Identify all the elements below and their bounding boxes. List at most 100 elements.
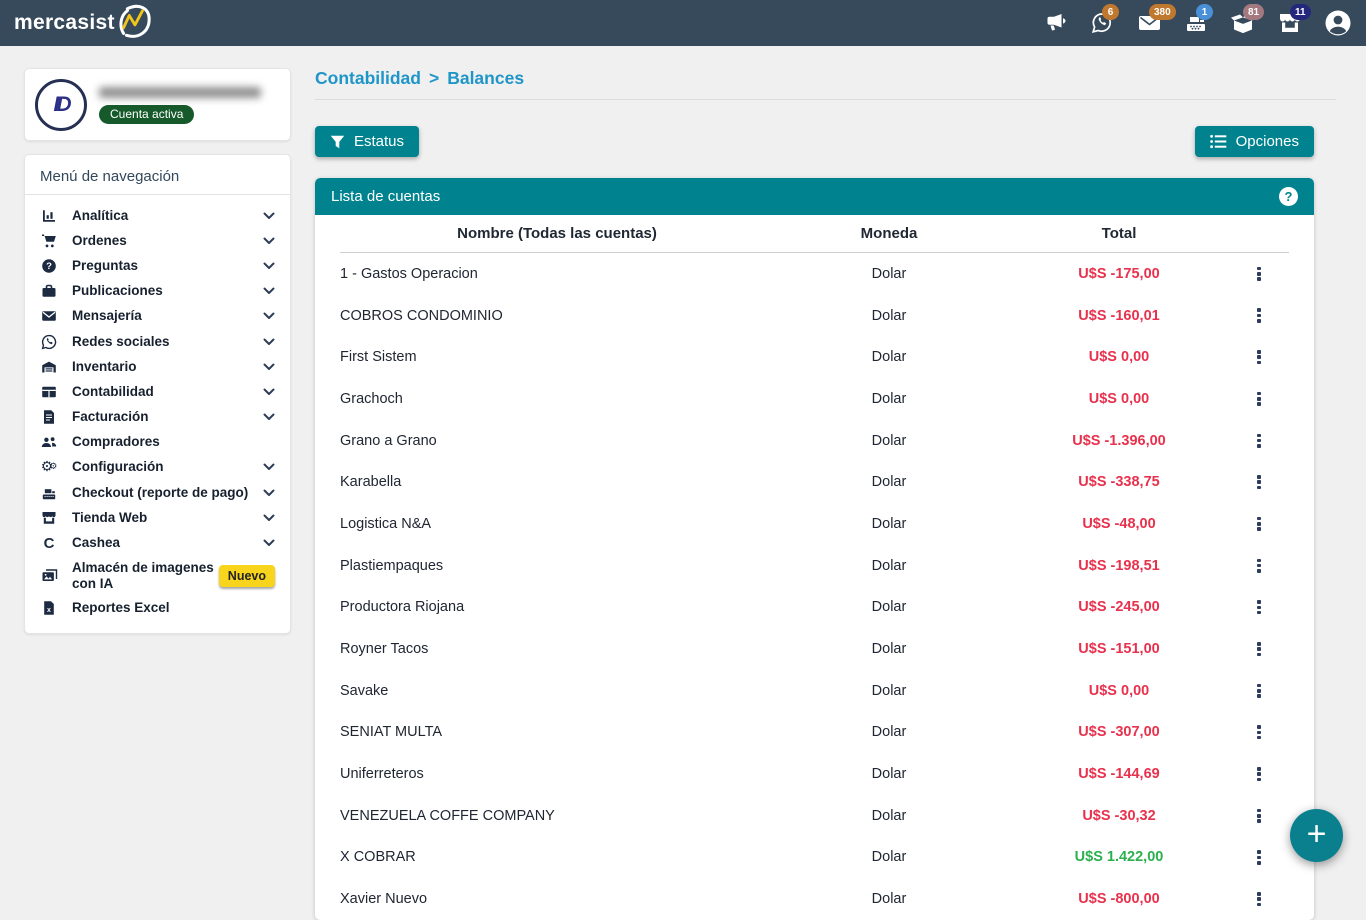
row-total: U$S -151,00 [1004, 641, 1234, 657]
sidebar-item-inventario[interactable]: Inventario [37, 354, 278, 379]
user-avatar[interactable] [1324, 9, 1352, 37]
opciones-button[interactable]: Opciones [1195, 126, 1314, 157]
row-menu-button[interactable] [1251, 553, 1267, 579]
row-menu-button[interactable] [1251, 720, 1267, 746]
sidebar-item-label: Redes sociales [72, 334, 259, 350]
table-row: Plastiempaques Dolar U$S -198,51 [315, 545, 1314, 587]
sidebar-item-checkout[interactable]: Checkout (reporte de pago) [37, 480, 278, 505]
table-row: 1 - Gastos Operacion Dolar U$S -175,00 [315, 253, 1314, 295]
row-menu-button[interactable] [1251, 595, 1267, 621]
row-menu-button[interactable] [1251, 261, 1267, 287]
table-row: First Sistem Dolar U$S 0,00 [315, 336, 1314, 378]
row-total: U$S -1.396,00 [1004, 433, 1234, 449]
account-name: Royner Tacos [340, 641, 774, 657]
row-currency: Dolar [774, 266, 1004, 282]
row-menu-button[interactable] [1251, 344, 1267, 370]
sidebar-item-preguntas[interactable]: ? Preguntas [37, 253, 278, 278]
row-menu-button[interactable] [1251, 845, 1267, 871]
row-total: U$S 0,00 [1004, 683, 1234, 699]
sidebar-item-label: Publicaciones [72, 283, 259, 299]
table-header: Nombre (Todas las cuentas) Moneda Total [315, 215, 1314, 252]
row-menu-button[interactable] [1251, 470, 1267, 496]
table-row: X COBRAR Dolar U$S 1.422,00 [315, 837, 1314, 879]
chevron-down-icon [263, 262, 275, 270]
breadcrumb-separator-icon: > [429, 68, 439, 89]
open-box-icon[interactable]: 81 [1230, 11, 1256, 35]
sidebar-item-contabilidad[interactable]: Contabilidad [37, 379, 278, 404]
row-total: U$S -144,69 [1004, 766, 1234, 782]
excel-file-icon: x [40, 600, 58, 616]
sidebar-item-redes-sociales[interactable]: Redes sociales [37, 329, 278, 354]
row-currency: Dolar [774, 891, 1004, 907]
sidebar-item-publicaciones[interactable]: Publicaciones [37, 279, 278, 304]
row-menu-button[interactable] [1251, 803, 1267, 829]
mail-icon[interactable]: 380 [1136, 11, 1162, 35]
status-badge: Cuenta activa [99, 105, 194, 124]
chevron-down-icon [263, 413, 275, 421]
topbar: mercasist 6 380 [0, 0, 1366, 46]
account-name: VENEZUELA COFFE COMPANY [340, 808, 774, 824]
table-row: VENEZUELA COFFE COMPANY Dolar U$S -30,32 [315, 795, 1314, 837]
briefcase-icon [40, 283, 58, 299]
notification-badge: 380 [1149, 4, 1176, 20]
sidebar-item-analitica[interactable]: Analítica [37, 203, 278, 228]
row-total: U$S -800,00 [1004, 891, 1234, 907]
account-name: Xavier Nuevo [340, 891, 774, 907]
row-menu-button[interactable] [1251, 511, 1267, 537]
envelope-icon [40, 308, 58, 324]
row-menu-button[interactable] [1251, 386, 1267, 412]
sidebar-item-reportes-excel[interactable]: x Reportes Excel [37, 596, 278, 621]
sidebar-item-facturacion[interactable]: Facturación [37, 405, 278, 430]
row-menu-button[interactable] [1251, 303, 1267, 329]
sidebar-item-label: Checkout (reporte de pago) [72, 485, 259, 501]
letter-c-icon: C [40, 535, 58, 552]
whatsapp-icon[interactable]: 6 [1089, 11, 1115, 35]
breadcrumb-current[interactable]: Balances [447, 68, 524, 89]
filter-icon [330, 135, 345, 149]
sidebar-item-cashea[interactable]: C Cashea [37, 530, 278, 555]
brand-logo[interactable]: mercasist [14, 3, 152, 43]
table-row: Uniferreteros Dolar U$S -144,69 [315, 753, 1314, 795]
warehouse-icon [40, 359, 58, 375]
sidebar-item-compradores[interactable]: Compradores [37, 430, 278, 455]
row-menu-button[interactable] [1251, 761, 1267, 787]
row-menu-button[interactable] [1251, 886, 1267, 912]
sidebar-item-ordenes[interactable]: Ordenes [37, 228, 278, 253]
sidebar-item-label: Analítica [72, 208, 259, 224]
sidebar-item-label: Contabilidad [72, 384, 259, 400]
row-total: U$S -160,01 [1004, 308, 1234, 324]
chevron-down-icon [263, 388, 275, 396]
storefront-icon[interactable]: 11 [1277, 11, 1303, 35]
chevron-down-icon [263, 363, 275, 371]
estatus-button[interactable]: Estatus [315, 126, 419, 157]
breadcrumb: Contabilidad > Balances [315, 68, 1336, 89]
row-currency: Dolar [774, 683, 1004, 699]
sidebar-item-mensajeria[interactable]: Mensajería [37, 304, 278, 329]
cash-register-icon[interactable]: 1 [1183, 11, 1209, 35]
sidebar-item-configuracion[interactable]: ⚙⚙ Configuración [37, 455, 278, 480]
table-row: Karabella Dolar U$S -338,75 [315, 461, 1314, 503]
account-name: Grano a Grano [340, 433, 774, 449]
breadcrumb-parent[interactable]: Contabilidad [315, 68, 421, 89]
add-account-fab[interactable]: + [1290, 809, 1343, 862]
row-menu-button[interactable] [1251, 428, 1267, 454]
notification-badge: 81 [1243, 4, 1264, 20]
row-currency: Dolar [774, 516, 1004, 532]
account-name: SENIAT MULTA [340, 724, 774, 740]
chevron-down-icon [263, 463, 275, 471]
nuevo-badge: Nuevo [219, 565, 275, 587]
row-currency: Dolar [774, 433, 1004, 449]
account-name: Karabella [340, 474, 774, 490]
row-menu-button[interactable] [1251, 678, 1267, 704]
whatsapp-icon [40, 334, 58, 350]
sidebar-item-tienda-web[interactable]: Tienda Web [37, 505, 278, 530]
main-content: Contabilidad > Balances Estatus Opciones… [315, 60, 1336, 920]
sidebar-item-almacen-imagenes-ia[interactable]: Almacén de imagenes con IA Nuevo [37, 556, 278, 596]
row-menu-button[interactable] [1251, 636, 1267, 662]
megaphone-icon[interactable] [1042, 11, 1068, 35]
help-icon[interactable]: ? [1279, 187, 1298, 206]
row-currency: Dolar [774, 391, 1004, 407]
row-total: U$S 0,00 [1004, 349, 1234, 365]
chevron-down-icon [263, 287, 275, 295]
card-title: Lista de cuentas [331, 188, 440, 205]
